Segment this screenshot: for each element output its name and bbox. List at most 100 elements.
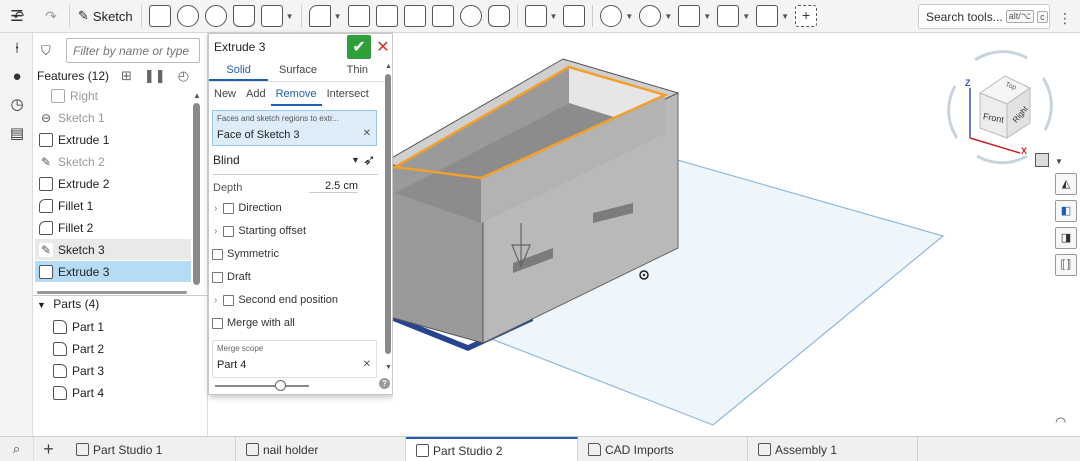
feature-list-hscrollbar[interactable] xyxy=(37,291,187,294)
chevron-down-icon[interactable]: ▼ xyxy=(742,12,750,21)
part-item-2[interactable]: Part 2 xyxy=(53,338,104,359)
direction-checkbox[interactable] xyxy=(223,202,235,214)
sweep-tool-icon[interactable] xyxy=(204,5,227,27)
measure-gauge-icon[interactable]: ◠ xyxy=(1055,414,1066,430)
search-tabs-icon[interactable]: ⌕ xyxy=(0,437,33,461)
tab-remove[interactable]: Remove xyxy=(270,84,322,106)
draft-option[interactable]: Draft xyxy=(212,271,251,283)
starting-offset-checkbox[interactable] xyxy=(223,225,235,237)
draft-checkbox[interactable] xyxy=(212,271,223,283)
chevron-down-icon[interactable]: ▼ xyxy=(550,12,558,21)
feature-item-extrude-1[interactable]: Extrude 1 xyxy=(35,129,191,150)
tab-new[interactable]: New xyxy=(209,84,241,106)
tab-surface[interactable]: Surface xyxy=(268,60,327,81)
feature-list-scrollbar[interactable] xyxy=(193,103,200,285)
second-end-option[interactable]: › Second end position xyxy=(214,294,338,306)
feature-item-sketch-2[interactable]: ✎ Sketch 2 xyxy=(35,151,191,172)
display-states-icon[interactable]: ◧ xyxy=(1055,200,1077,222)
fillet-tool-icon[interactable] xyxy=(308,5,331,27)
part-item-4[interactable]: Part 4 xyxy=(53,382,104,403)
tab-intersect[interactable]: Intersect xyxy=(322,84,374,106)
comments-icon[interactable]: ● xyxy=(8,67,26,85)
faces-selection-field[interactable]: Faces and sketch regions to extr... Face… xyxy=(212,110,377,146)
clear-scope-icon[interactable]: ✕ xyxy=(363,359,371,370)
chevron-down-icon[interactable]: ▼ xyxy=(703,12,711,21)
sketch-button[interactable]: ✎ Sketch xyxy=(74,8,137,24)
direction-option[interactable]: › Direction xyxy=(214,202,282,214)
feature-item-sketch-3[interactable]: ✎ Sketch 3 xyxy=(35,239,191,260)
add-custom-feature-icon[interactable]: + xyxy=(795,5,818,27)
appearance-icon[interactable]: ⟦⟧ xyxy=(1055,254,1077,276)
clear-selection-icon[interactable]: ✕ xyxy=(363,128,371,139)
feature-item-sketch-1[interactable]: ⊖ Sketch 1 xyxy=(35,107,191,128)
symmetric-checkbox[interactable] xyxy=(212,248,223,260)
plane-tool-icon[interactable] xyxy=(678,5,701,27)
chamfer-tool-icon[interactable] xyxy=(347,5,370,27)
tab-part-studio-1[interactable]: Part Studio 1 xyxy=(66,437,236,461)
chevron-right-icon[interactable]: › xyxy=(214,226,217,237)
end-type-select[interactable]: Blind ▼ ➶ xyxy=(213,151,378,175)
cylinder-tool-icon[interactable] xyxy=(487,5,510,27)
pattern-tool-icon[interactable] xyxy=(524,5,547,27)
flip-direction-icon[interactable]: ➶ xyxy=(363,151,376,169)
add-folder-icon[interactable]: ⊞ xyxy=(121,68,132,84)
tab-thin[interactable]: Thin xyxy=(328,60,387,81)
chevron-right-icon[interactable]: › xyxy=(214,295,217,306)
view-mode-icon[interactable] xyxy=(1035,153,1049,167)
shell-tool-icon[interactable] xyxy=(431,5,454,27)
tasks-icon[interactable]: ▤ xyxy=(8,124,26,142)
pause-icon[interactable]: ❚❚ xyxy=(144,68,166,84)
boolean-tool-icon[interactable] xyxy=(600,5,623,27)
chevron-down-icon[interactable]: ▼ xyxy=(625,12,633,21)
search-tools-button[interactable]: Search tools... alt/⌥ c xyxy=(918,4,1050,29)
merge-all-option[interactable]: Merge with all xyxy=(212,317,295,329)
view-cube[interactable]: Top Front Right Z X xyxy=(935,38,1055,168)
draft-tool-icon[interactable] xyxy=(375,5,398,27)
chevron-down-icon[interactable]: ▼ xyxy=(781,12,789,21)
tab-solid[interactable]: Solid xyxy=(209,60,269,81)
starting-offset-option[interactable]: › Starting offset xyxy=(214,225,306,237)
add-tab-button[interactable]: + xyxy=(33,437,63,461)
sheet-metal-tool-icon[interactable] xyxy=(717,5,740,27)
parts-divider[interactable] xyxy=(33,295,208,296)
chevron-down-icon[interactable]: ▼ xyxy=(664,12,672,21)
tab-cad-imports[interactable]: CAD Imports xyxy=(578,437,748,461)
feature-item-extrude-3[interactable]: Extrude 3 xyxy=(35,261,191,282)
dialog-title[interactable]: Extrude 3 xyxy=(214,40,265,54)
depth-input[interactable]: 2.5 cm xyxy=(309,180,358,193)
filter-input[interactable] xyxy=(66,38,200,63)
redo-icon[interactable]: ↷ xyxy=(39,4,63,28)
feature-list-icon[interactable]: ☰ xyxy=(8,7,26,25)
section-view-icon[interactable]: ◭ xyxy=(1055,173,1077,195)
part-item-1[interactable]: Part 1 xyxy=(53,316,104,337)
frame-tool-icon[interactable] xyxy=(756,5,779,27)
symmetric-option[interactable]: Symmetric xyxy=(212,248,279,260)
scroll-up-icon[interactable]: ▲ xyxy=(385,63,392,70)
chevron-down-icon[interactable]: ▼ xyxy=(334,12,342,21)
feature-item-fillet-2[interactable]: Fillet 2 xyxy=(35,217,191,238)
more-menu-icon[interactable]: ⋮ xyxy=(1058,10,1072,27)
feature-item-fillet-1[interactable]: Fillet 1 xyxy=(35,195,191,216)
rib-tool-icon[interactable] xyxy=(403,5,426,27)
mirror-tool-icon[interactable] xyxy=(563,5,586,27)
chevron-right-icon[interactable]: › xyxy=(214,203,217,214)
tab-assembly-1[interactable]: Assembly 1 xyxy=(748,437,918,461)
cancel-button[interactable]: ✕ xyxy=(375,37,391,57)
help-icon[interactable]: ? xyxy=(379,378,390,389)
part-item-3[interactable]: Part 3 xyxy=(53,360,104,381)
timer-icon[interactable]: ◷ xyxy=(8,95,26,113)
merge-scope-field[interactable]: Merge scope Part 4 ✕ xyxy=(212,340,377,378)
tab-part-studio-2[interactable]: Part Studio 2 xyxy=(406,437,578,461)
thicken-tool-icon[interactable] xyxy=(260,5,283,27)
second-end-checkbox[interactable] xyxy=(223,294,235,306)
variables-icon[interactable]: ⍿ xyxy=(8,39,26,57)
graphics-viewport[interactable]: Top Front Right Z X ▼ ◭ ◧ ◨ ⟦⟧ ◠ xyxy=(393,33,1080,436)
feature-item-right[interactable]: Right xyxy=(35,85,191,106)
dialog-scrollbar[interactable] xyxy=(385,74,391,354)
chevron-down-icon[interactable]: ▼ xyxy=(286,12,294,21)
revolve-tool-icon[interactable] xyxy=(176,5,199,27)
named-views-icon[interactable]: ◨ xyxy=(1055,227,1077,249)
dialog-opacity-slider[interactable] xyxy=(215,385,309,387)
extrude-tool-icon[interactable] xyxy=(148,5,171,27)
merge-all-checkbox[interactable] xyxy=(212,317,223,329)
